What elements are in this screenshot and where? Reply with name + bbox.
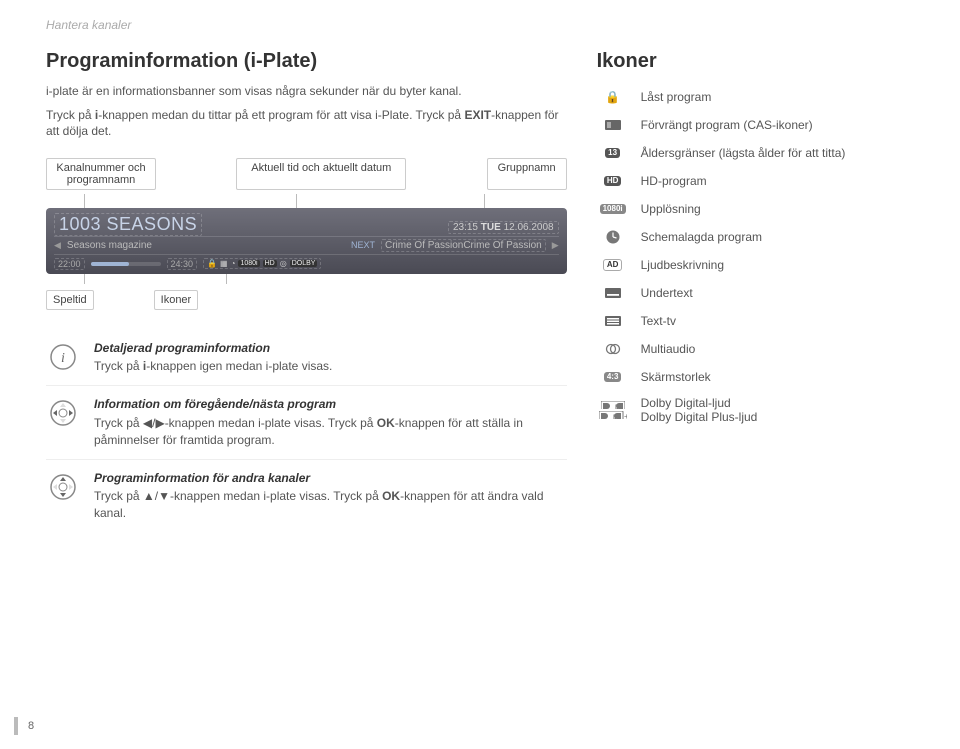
icon-item-schedule: Schemalagda program [597,223,920,251]
icon-item-lock: 🔒 Låst program [597,83,920,111]
dpad-lr-icon [48,398,78,428]
iplate-nav-right-icon: ▶ [552,240,559,251]
iplate-next-label: NEXT [351,240,375,250]
multiaudio-icon [604,342,622,356]
cas-icon [604,118,622,132]
info-button-icon: i [48,342,78,372]
iplate-mock: 1003 SEASONS 23:15 TUE 12.06.2008 ◀ Seas… [46,208,567,274]
callout-group: Gruppnamn [487,158,567,190]
icon-item-multiaudio: Multiaudio [597,335,920,363]
dolby-plus-icon: D + [599,411,627,419]
icon-item-ad: AD Ljudbeskrivning [597,251,920,279]
instruction-list: i Detaljerad programinformation Tryck på… [46,330,567,532]
icons-title: Ikoner [597,50,920,73]
section-breadcrumb: Hantera kanaler [46,18,920,32]
icon-item-age: 13 Åldersgränser (lägsta ålder för att t… [597,139,920,167]
svg-text:+: + [624,412,627,419]
instr-title: Programinformation för andra kanaler [94,470,567,487]
dpad-ud-icon [48,472,78,502]
iplate-now-program: Seasons magazine [67,240,345,251]
resolution-icon: 1080i [600,204,626,215]
dolby-icon: DOLBY [290,260,318,267]
iplate-next-program: Crime Of PassionCrime Of Passion [381,239,546,252]
multiaudio-icon: ◎ [280,259,287,268]
lock-icon: 🔒 [207,259,217,268]
callout-channel: Kanalnummer och programnamn [46,158,156,190]
aspect-icon: 4:3 [604,372,622,383]
svg-text:D: D [615,405,620,409]
iplate-start-time: 22:00 [54,258,85,270]
icon-item-hd: HD HD-program [597,167,920,195]
page-title: Programinformation (i-Plate) [46,50,567,73]
iplate-channel: 1003 SEASONS [54,213,202,236]
schedule-icon [605,229,621,245]
callout-playtime: Speltid [46,290,94,310]
iplate-datetime: 23:15 TUE 12.06.2008 [448,221,559,234]
iplate-icon-strip: 🔒 ▦ ◔ 1080i HD ◎ DOLBY [203,258,321,269]
iplate-progress-bar [91,262,161,266]
instr-title: Detaljerad programinformation [94,340,567,357]
iplate-diagram: Kanalnummer och programnamn Aktuell tid … [46,158,567,310]
instr-title: Information om föregående/nästa program [94,396,567,413]
instr-other-channels: Programinformation för andra kanaler Try… [46,460,567,532]
dolby-icon: D [601,401,625,409]
intro-p2: Tryck på i-knappen medan du tittar på et… [46,107,567,139]
teletext-icon [604,314,622,328]
lock-icon: 🔒 [605,90,620,104]
exit-key-label: EXIT [464,108,491,122]
hd-icon: HD [604,176,622,187]
icon-item-teletext: Text-tv [597,307,920,335]
iplate-nav-left-icon: ◀ [54,240,61,251]
ad-icon: AD [603,259,623,272]
left-column: Programinformation (i-Plate) i-plate är … [46,50,567,532]
icon-legend: 🔒 Låst program Förvrängt program (CAS-ik… [597,83,920,429]
right-column: Ikoner 🔒 Låst program Förvrängt program … [597,50,920,532]
icon-item-aspect: 4:3 Skärmstorlek [597,363,920,391]
callout-time: Aktuell tid och aktuellt datum [236,158,406,190]
schedule-icon: ◔ [231,259,236,268]
age-icon: 13 [605,148,620,159]
iplate-end-time: 24:30 [167,258,198,270]
callout-icons: Ikoner [154,290,199,310]
svg-text:D: D [613,415,618,419]
icon-item-dolby: D D + Dolby Digital-ljud Dolby Digital P… [597,391,920,429]
instr-prev-next: Information om föregående/nästa program … [46,386,567,459]
cas-icon: ▦ [220,259,228,268]
icon-item-cas: Förvrängt program (CAS-ikoner) [597,111,920,139]
subtitle-icon [604,286,622,300]
resolution-icon: 1080i [238,260,259,267]
intro-text: i-plate är en informationsbanner som vis… [46,83,567,140]
svg-text:i: i [61,351,65,366]
hd-icon: HD [263,260,277,267]
icon-item-subtitle: Undertext [597,279,920,307]
page-number: 8 [14,717,34,735]
intro-p1: i-plate är en informationsbanner som vis… [46,83,567,99]
icon-item-resolution: 1080i Upplösning [597,195,920,223]
instr-detailed-info: i Detaljerad programinformation Tryck på… [46,330,567,387]
